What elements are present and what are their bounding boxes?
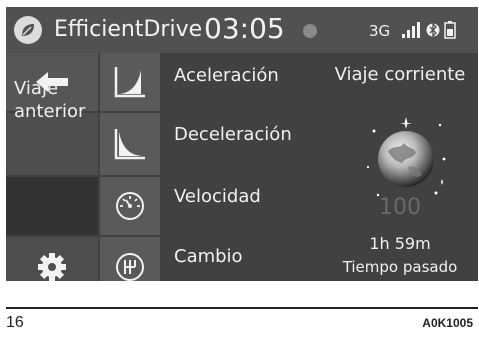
settings-button[interactable]: [6, 237, 98, 281]
status-bar: EfficientDrive 03:05 3G: [6, 7, 478, 53]
display-screen: EfficientDrive 03:05 3G Viaje anterior A…: [6, 7, 478, 281]
bluetooth-icon: [426, 22, 440, 38]
menu-item-speed[interactable]: Velocidad: [174, 185, 261, 209]
deceleration-graph-icon: [114, 129, 145, 160]
globe-image: [356, 109, 456, 209]
clock: 03:05: [204, 12, 285, 45]
acceleration-button[interactable]: [100, 53, 160, 111]
menu-item-gear-change[interactable]: Cambio: [174, 245, 243, 269]
battery-icon: [444, 21, 456, 39]
page-number: 16: [6, 314, 24, 331]
gear-change-button[interactable]: [100, 237, 160, 281]
acceleration-graph-icon: [114, 67, 145, 98]
current-trip-title: Viaje corriente: [334, 64, 466, 85]
page-rule: [6, 307, 478, 309]
app-title: EfficientDrive: [54, 17, 203, 42]
signal-icon: [402, 22, 420, 38]
eco-score: 100: [379, 195, 421, 220]
empty-cell: [6, 177, 98, 235]
deceleration-button[interactable]: [100, 113, 160, 175]
elapsed-time-label: Tiempo pasado: [342, 258, 458, 276]
network-type: 3G: [369, 22, 391, 40]
gear-icon: [38, 253, 66, 281]
speedometer-icon: [116, 192, 144, 220]
figure-code: A0K1005: [422, 316, 473, 330]
gear-shift-icon: [116, 253, 144, 281]
previous-trip-label-line2: anterior: [14, 101, 86, 122]
previous-trip-label-line1: Viaje: [14, 78, 59, 99]
elapsed-time: 1h 59m: [369, 234, 431, 253]
leaf-status-icon: [303, 24, 317, 38]
menu-item-deceleration[interactable]: Deceleración: [174, 123, 292, 147]
leaf-logo-icon[interactable]: [14, 16, 42, 44]
speed-button[interactable]: [100, 177, 160, 235]
previous-trip-label: Viaje anterior: [14, 77, 85, 123]
menu-item-acceleration[interactable]: Aceleración: [174, 64, 279, 88]
